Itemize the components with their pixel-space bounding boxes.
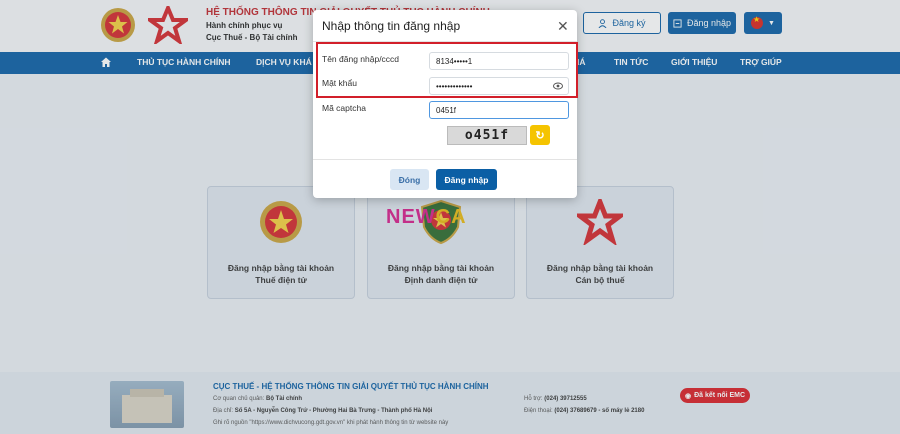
close-icon[interactable]: ✕ (557, 19, 569, 33)
divider (313, 159, 577, 160)
captcha-input[interactable]: 0451f (429, 101, 569, 119)
highlight-box (316, 42, 578, 98)
refresh-captcha-button[interactable]: ↻ (530, 125, 550, 145)
captcha-label: Mã captcha (322, 103, 366, 113)
submit-login-button[interactable]: Đăng nhập (436, 169, 497, 190)
captcha-image: o451f (447, 126, 527, 145)
login-dialog: Nhập thông tin đăng nhập ✕ Tên đăng nhập… (313, 10, 578, 198)
dialog-title: Nhập thông tin đăng nhập (322, 19, 461, 33)
close-button[interactable]: Đóng (390, 169, 429, 190)
refresh-icon: ↻ (535, 129, 545, 142)
